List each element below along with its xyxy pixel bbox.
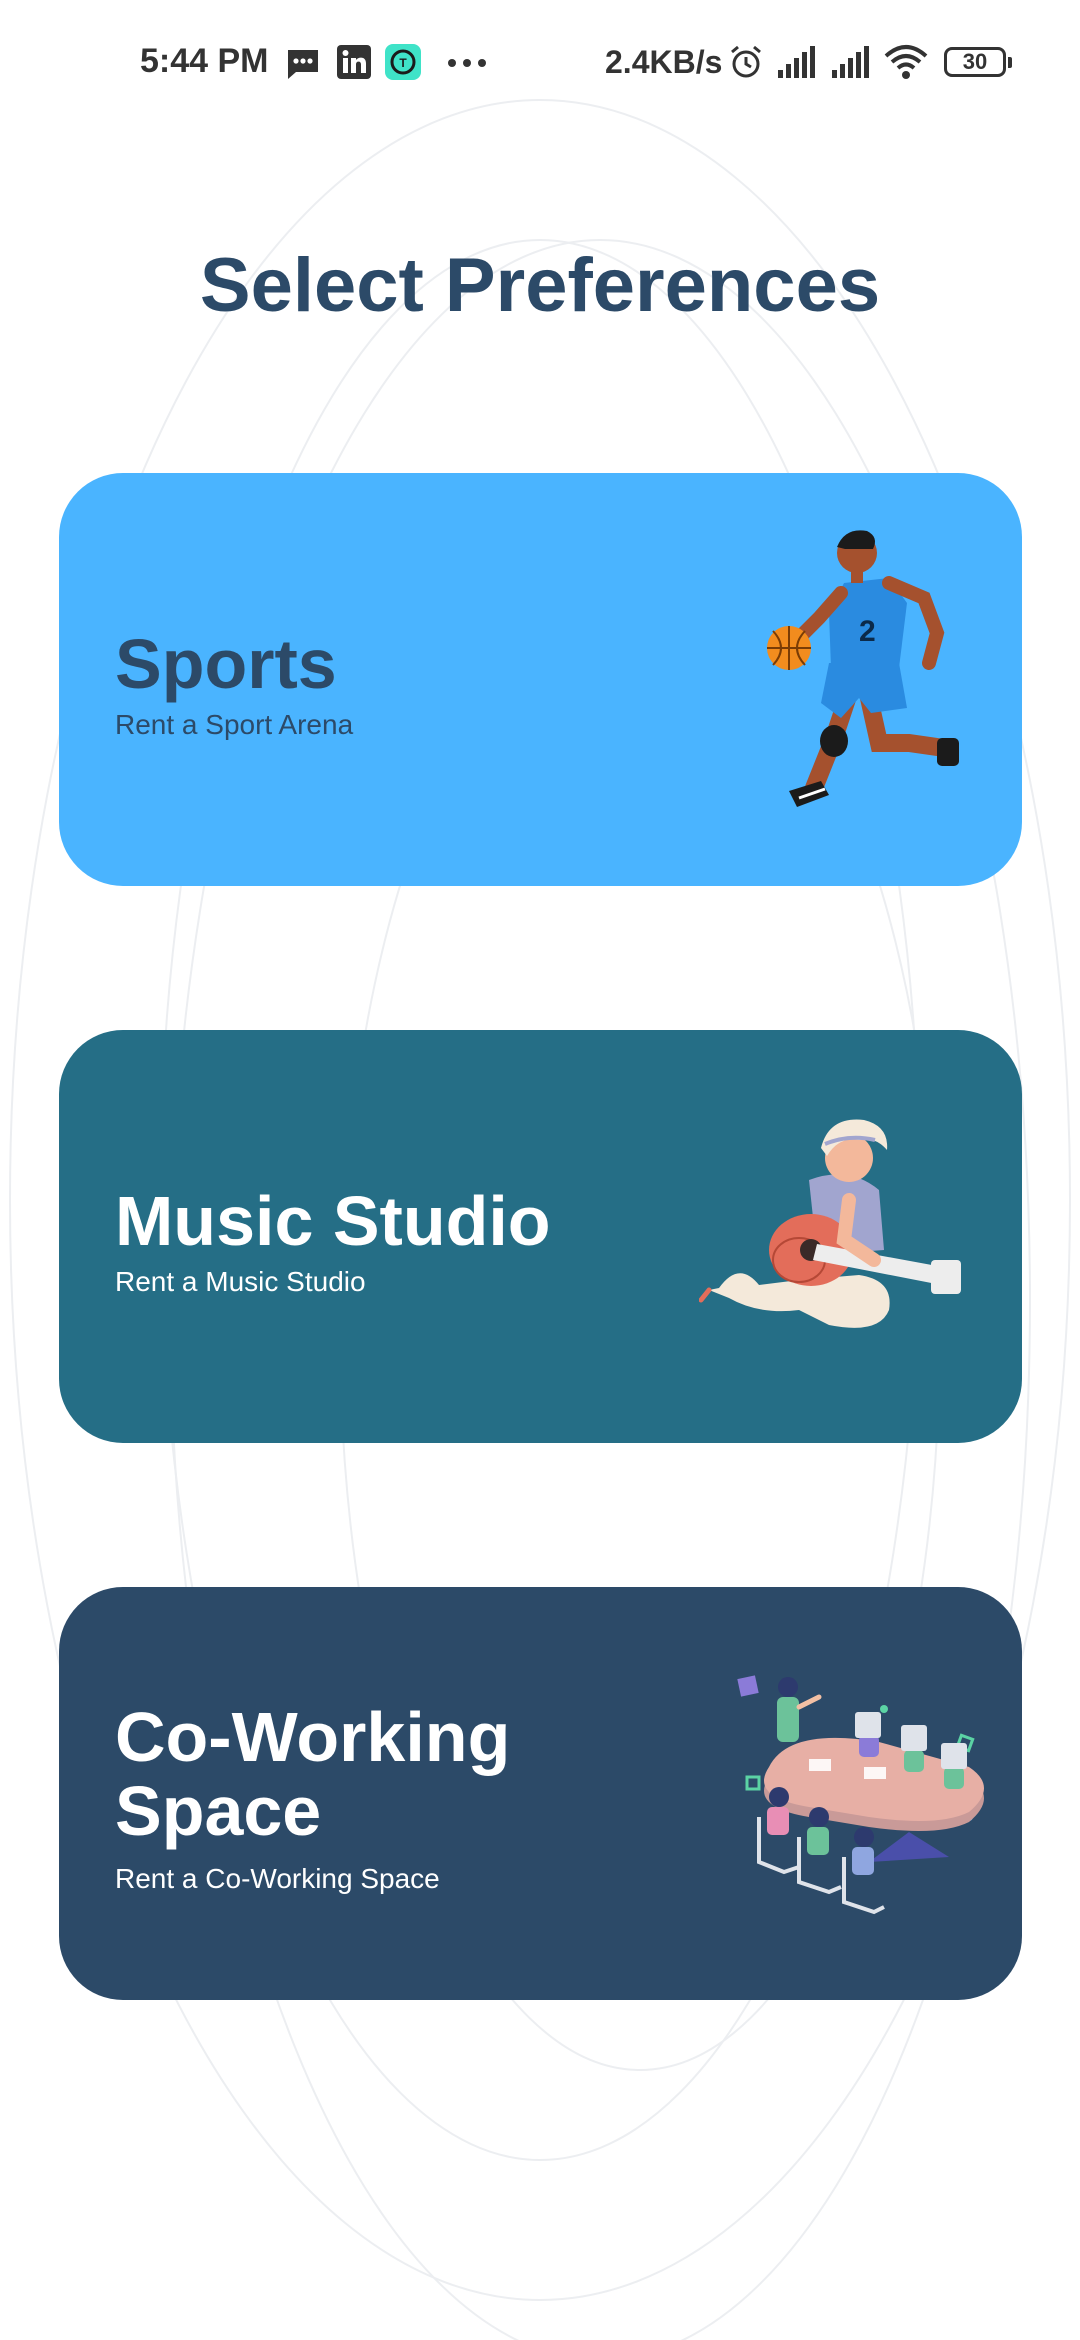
network-speed: 2.4KB/s — [605, 44, 723, 80]
wifi-icon — [884, 45, 928, 79]
svg-text:T: T — [399, 56, 407, 70]
sports-card[interactable]: Sports Rent a Sport Arena 2 — [59, 473, 1022, 886]
battery-icon: 30 — [944, 47, 1012, 77]
status-bar: 5:44 PM T 2.4KB/s 30 — [0, 0, 1080, 124]
music-studio-card[interactable]: Music Studio Rent a Music Studio — [59, 1030, 1022, 1443]
app-icon: T — [385, 44, 421, 80]
meeting-table-illustration — [737, 1675, 984, 1915]
select-preferences-screen: 5:44 PM T 2.4KB/s 30 Select Preferences … — [0, 0, 1080, 2340]
basketball-player-illustration: 2 — [767, 530, 959, 807]
alarm-icon — [731, 45, 761, 78]
guitar-player-illustration — [699, 1119, 961, 1328]
signal-icon — [778, 46, 815, 78]
linkedin-icon — [337, 45, 371, 79]
signal-icon-2 — [832, 46, 869, 78]
sports-card-subtitle: Rent a Sport Arena — [115, 709, 354, 740]
status-time: 5:44 PM — [140, 42, 269, 80]
music-studio-card-title: Music Studio — [115, 1182, 551, 1260]
svg-text:2: 2 — [859, 615, 876, 648]
co-working-card-title: Co-Working Space — [115, 1698, 511, 1851]
music-studio-card-subtitle: Rent a Music Studio — [115, 1266, 366, 1297]
more-icon — [448, 59, 486, 67]
co-working-card-subtitle: Rent a Co-Working Space — [115, 1863, 440, 1894]
co-working-card[interactable]: Co-Working Space Rent a Co-Working Space — [59, 1587, 1022, 2000]
message-icon — [288, 50, 318, 79]
sports-card-title: Sports — [115, 625, 337, 703]
page-title: Select Preferences — [199, 243, 881, 328]
